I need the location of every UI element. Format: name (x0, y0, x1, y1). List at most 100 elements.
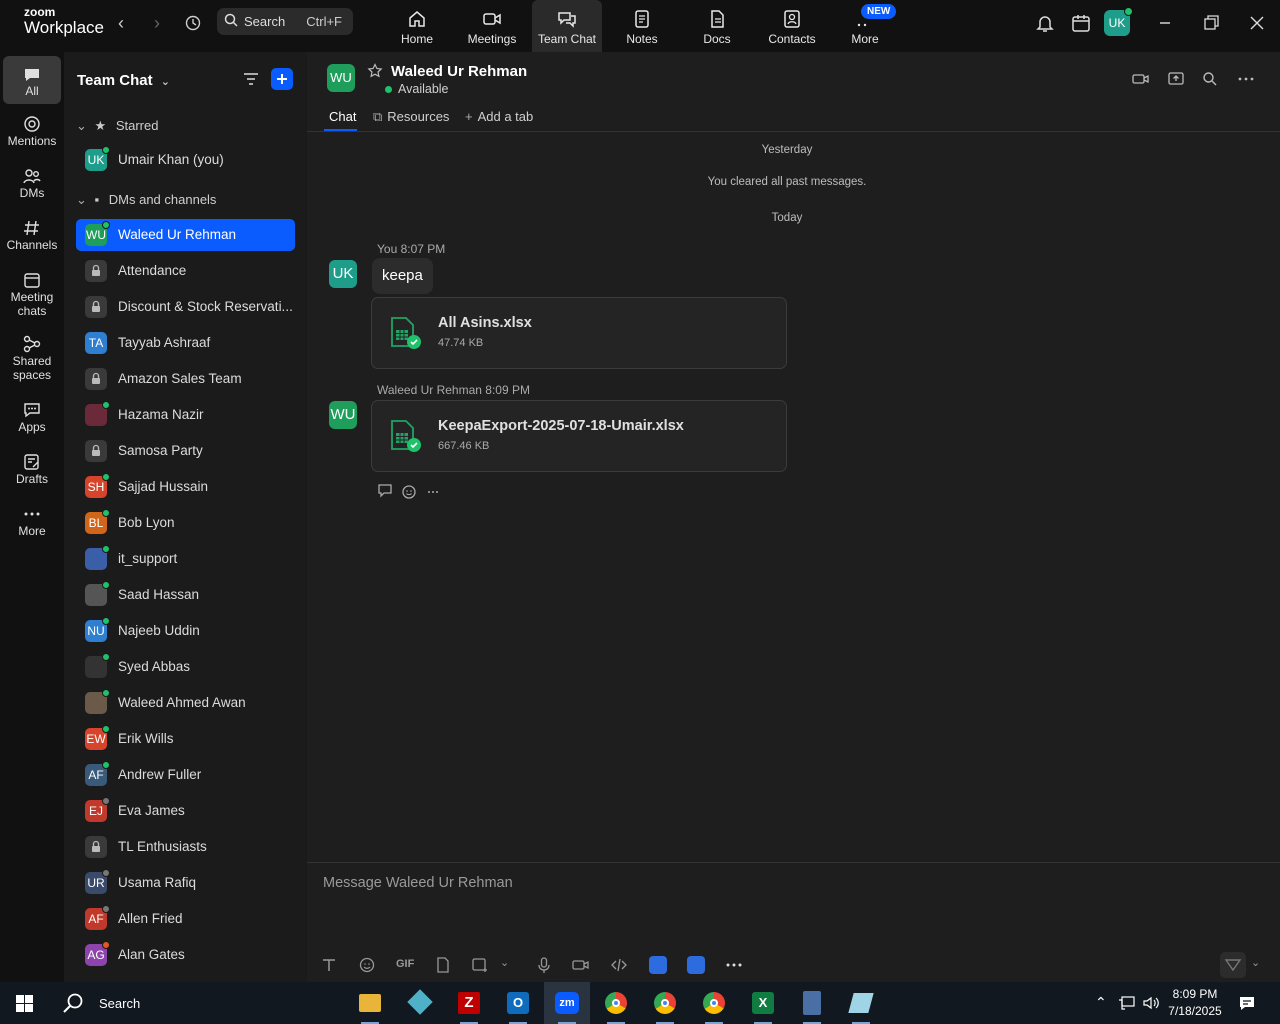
sidebar-item[interactable]: Samosa Party (76, 435, 295, 467)
message-avatar[interactable]: WU (329, 401, 357, 429)
sidebar-item[interactable]: AF Andrew Fuller (76, 759, 295, 791)
zoom-taskbar-icon[interactable]: zm (544, 982, 590, 1024)
sidebar-item[interactable]: Discount & Stock Reservati... (76, 291, 295, 323)
topnav-team-chat[interactable]: Team Chat (532, 0, 602, 52)
sidebar-item[interactable]: EW Erik Wills (76, 723, 295, 755)
tab-chat[interactable]: Chat (329, 109, 356, 124)
text-format-icon[interactable] (320, 956, 338, 974)
sidebar-item[interactable]: AF Allen Fried (76, 903, 295, 935)
chrome-icon[interactable] (593, 982, 639, 1024)
network-icon[interactable] (1118, 995, 1136, 1011)
sidebar-item[interactable]: Attendance (76, 255, 295, 287)
sidebar-item[interactable]: NU Najeeb Uddin (76, 615, 295, 647)
bell-icon[interactable] (1034, 12, 1056, 34)
rail-channels[interactable]: Channels (3, 218, 61, 252)
sidebar-item[interactable]: WU Waleed Ur Rehman (76, 219, 295, 251)
more-options-icon[interactable] (1237, 70, 1255, 88)
filter-icon[interactable] (242, 71, 260, 87)
section-starred[interactable]: ⌄ ★ Starred (76, 118, 158, 134)
outlook-icon[interactable]: O (495, 982, 541, 1024)
app-diamond-icon[interactable] (397, 982, 443, 1024)
forward-icon[interactable]: › (146, 12, 168, 34)
code-snippet-icon[interactable] (610, 956, 628, 974)
chevron-down-icon[interactable]: ⌄ (500, 956, 509, 969)
sidebar-item[interactable]: UR Usama Rafiq (76, 867, 295, 899)
app-icon-zoom[interactable] (687, 956, 705, 974)
chevron-down-icon[interactable]: ⌄ (1251, 956, 1260, 969)
message-input[interactable]: Message Waleed Ur Rehman (323, 875, 513, 891)
contact-name[interactable]: Waleed Ur Rehman (391, 63, 527, 80)
message-avatar[interactable]: UK (329, 260, 357, 288)
microphone-icon[interactable] (535, 956, 553, 974)
sidebar-item[interactable]: it_support (76, 543, 295, 575)
minimize-icon[interactable] (1154, 12, 1176, 34)
user-avatar[interactable]: UK (1104, 7, 1133, 36)
sidebar-item[interactable]: Waleed Ahmed Awan (76, 687, 295, 719)
more-tools-icon[interactable] (725, 956, 743, 974)
gif-button[interactable]: GIF (396, 958, 414, 970)
file-attach-icon[interactable] (434, 956, 452, 974)
sidebar-item[interactable]: Hazama Nazir (76, 399, 295, 431)
sidebar-item-umair-khan[interactable]: UK Umair Khan (you) (76, 144, 295, 176)
screenshot-icon[interactable] (471, 956, 489, 974)
sidebar-item[interactable]: TL Enthusiasts (76, 831, 295, 863)
rail-apps[interactable]: Apps (3, 400, 61, 434)
close-icon[interactable] (1246, 12, 1268, 34)
history-icon[interactable] (182, 12, 204, 34)
sidebar-title[interactable]: Team Chat ⌄ (77, 72, 170, 89)
tab-resources[interactable]: ⧉ Resources (373, 109, 449, 125)
restore-icon[interactable] (1200, 12, 1222, 34)
emoji-react-icon[interactable] (401, 482, 419, 500)
new-chat-button[interactable] (271, 68, 293, 90)
reply-icon[interactable] (377, 482, 395, 500)
calculator-icon[interactable] (789, 982, 835, 1024)
topnav-docs[interactable]: Docs (682, 0, 752, 52)
rail-meeting-chats[interactable]: Meeting chats (3, 270, 61, 318)
sidebar-item[interactable]: Saad Hassan (76, 579, 295, 611)
search-box[interactable]: Search Ctrl+F (217, 8, 353, 35)
send-button[interactable] (1220, 952, 1246, 978)
notifications-icon[interactable] (1238, 994, 1256, 1012)
rail-drafts[interactable]: Drafts (3, 452, 61, 486)
file-explorer-icon[interactable] (347, 982, 393, 1024)
sidebar-item[interactable]: SH Sajjad Hussain (76, 471, 295, 503)
tab-add[interactable]: + Add a tab (465, 109, 533, 124)
sidebar-item[interactable]: TA Tayyab Ashraaf (76, 327, 295, 359)
notepad-icon[interactable] (838, 982, 884, 1024)
back-icon[interactable]: ‹ (110, 12, 132, 34)
sidebar-item[interactable]: AG Alan Gates (76, 939, 295, 971)
rail-more[interactable]: More (3, 504, 61, 538)
volume-icon[interactable] (1142, 995, 1160, 1011)
topnav-notes[interactable]: Notes (607, 0, 677, 52)
chrome-profile-3-icon[interactable] (691, 982, 737, 1024)
rail-dms[interactable]: DMs (3, 166, 61, 200)
sidebar-item[interactable]: Amazon Sales Team (76, 363, 295, 395)
app-icon-blue[interactable] (649, 956, 667, 974)
rail-all[interactable]: All (3, 56, 61, 104)
taskbar-clock[interactable]: 8:09 PM 7/18/2025 (1164, 986, 1226, 1020)
rail-mentions[interactable]: Mentions (3, 114, 61, 148)
tray-chevron-up-icon[interactable]: ⌃ (1095, 994, 1107, 1011)
video-message-icon[interactable] (572, 956, 590, 974)
excel-icon[interactable]: X (740, 982, 786, 1024)
star-outline-icon[interactable] (367, 63, 383, 79)
topnav-meetings[interactable]: Meetings (457, 0, 527, 52)
sidebar-item[interactable]: EJ Eva James (76, 795, 295, 827)
windows-start-icon[interactable] (16, 995, 33, 1012)
sidebar-item[interactable]: BL Bob Lyon (76, 507, 295, 539)
search-icon[interactable] (1201, 70, 1219, 88)
topnav-home[interactable]: Home (382, 0, 452, 52)
file-attachment[interactable]: KeepaExport-2025-07-18-Umair.xlsx 667.46… (371, 400, 787, 472)
contact-avatar[interactable]: WU (327, 64, 355, 92)
section-dms-channels[interactable]: ⌄ ▪ DMs and channels (76, 192, 216, 208)
taskbar-search[interactable]: Search (51, 982, 341, 1024)
file-attachment[interactable]: All Asins.xlsx 47.74 KB (371, 297, 787, 369)
sidebar-item[interactable]: Syed Abbas (76, 651, 295, 683)
calendar-icon[interactable] (1070, 12, 1092, 34)
topnav-contacts[interactable]: Contacts (757, 0, 827, 52)
video-call-icon[interactable] (1132, 70, 1150, 88)
share-screen-icon[interactable] (1167, 70, 1185, 88)
chrome-profile-2-icon[interactable] (642, 982, 688, 1024)
more-actions-icon[interactable] (425, 482, 443, 500)
emoji-icon[interactable] (358, 956, 376, 974)
